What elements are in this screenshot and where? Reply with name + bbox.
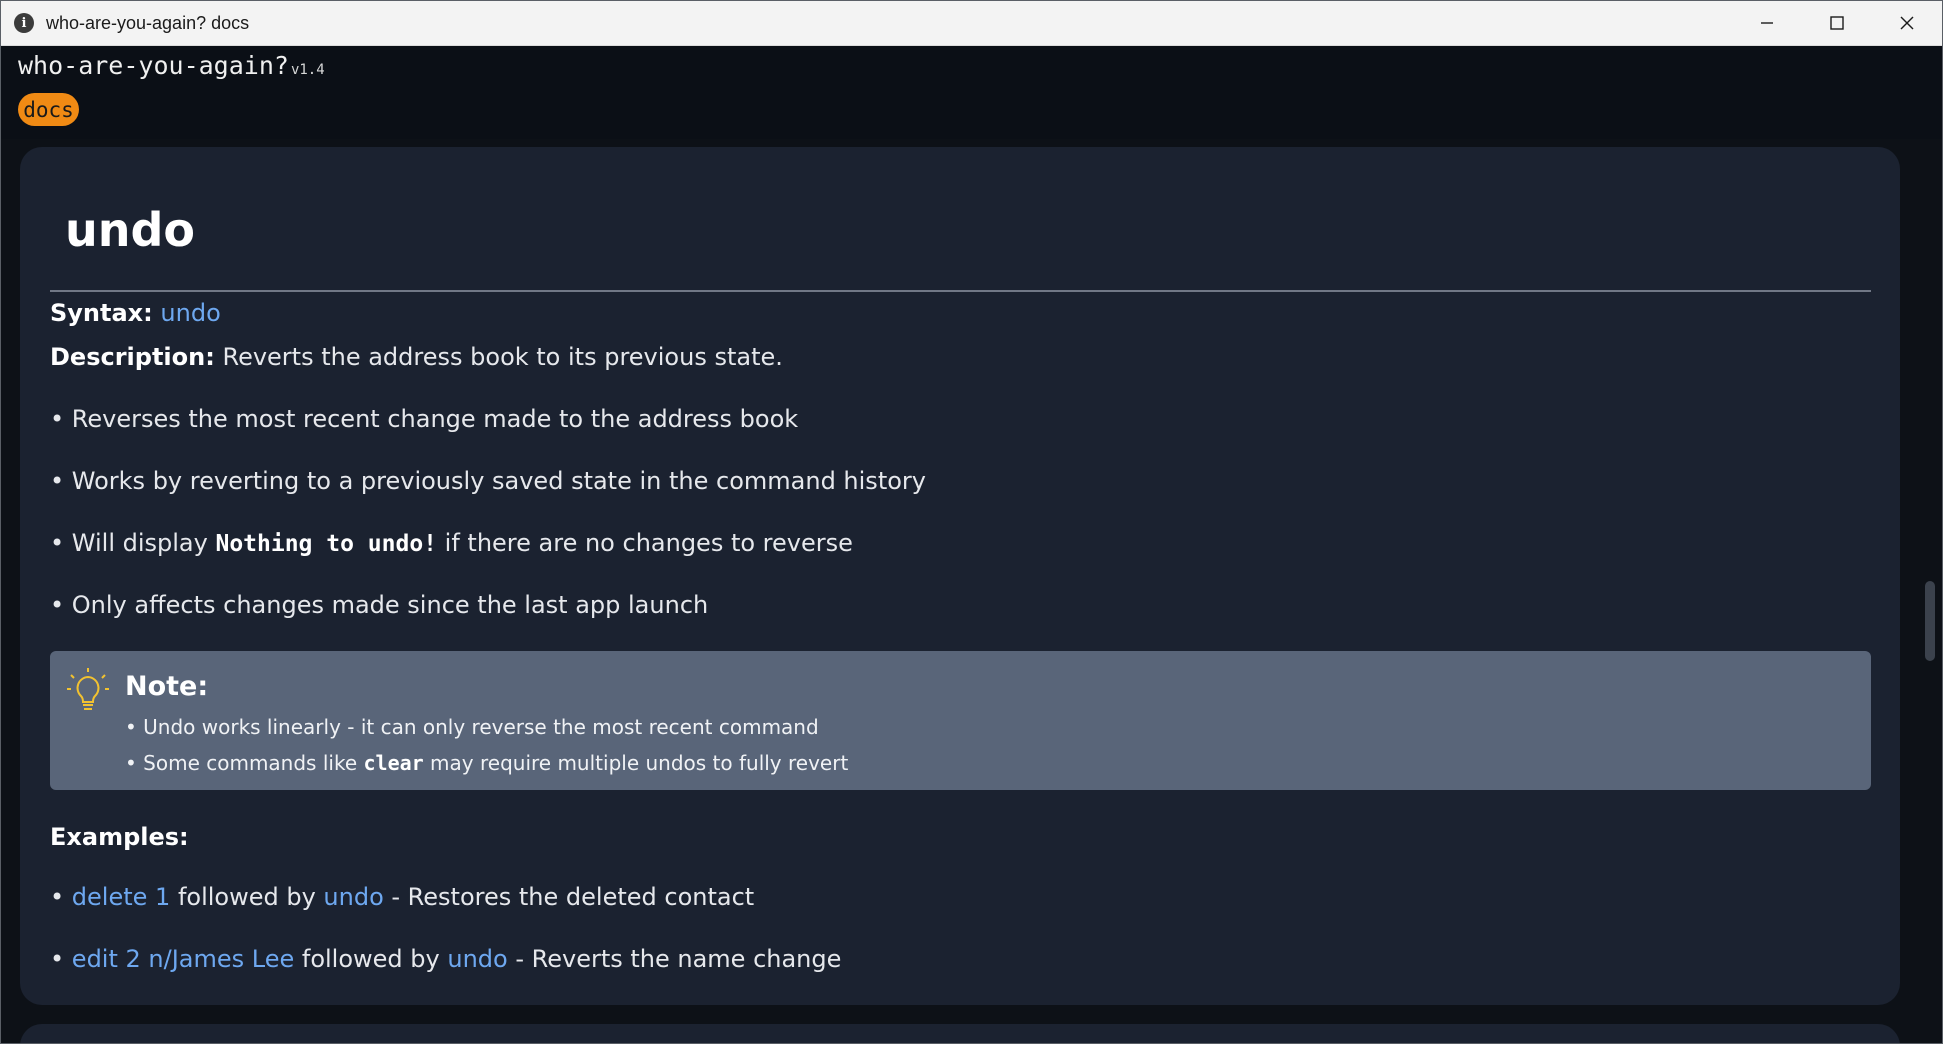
note-text: may require multiple undos to fully reve… — [423, 751, 849, 775]
syntax-label: Syntax: — [50, 299, 153, 327]
note-title: Note: — [125, 671, 209, 702]
scrollbar-thumb[interactable] — [1925, 581, 1935, 661]
note-text: • Some commands like — [125, 751, 364, 775]
description-text: Reverts the address book to its previous… — [222, 343, 783, 371]
example-command: delete 1 — [71, 883, 171, 911]
minimize-button[interactable] — [1732, 1, 1802, 45]
example-bullet: • — [50, 883, 72, 911]
window-title: who-are-you-again? docs — [46, 12, 250, 33]
app-name: who-are-you-again? v1.4 — [18, 51, 325, 80]
note-item: • Undo works linearly - it can only reve… — [125, 715, 819, 739]
example-item: • delete 1 followed by undo - Restores t… — [50, 883, 754, 911]
command-title: undo — [65, 203, 196, 257]
bullet-text: if there are no changes to reverse — [437, 529, 853, 557]
lightbulb-icon — [67, 668, 109, 710]
example-command: undo — [447, 945, 508, 973]
note-item: • Some commands like clear may require m… — [125, 751, 848, 775]
list-item: • Only affects changes made since the la… — [50, 591, 709, 619]
app-version: v1.4 — [290, 62, 325, 78]
syntax-value: undo — [160, 299, 221, 327]
example-description: - Reverts the name change — [507, 945, 842, 973]
app-name-text: who-are-you-again? — [18, 51, 289, 80]
inline-code: clear — [363, 751, 424, 775]
examples-label: Examples: — [50, 823, 189, 851]
syntax-line: Syntax: undo — [50, 299, 221, 327]
note-box: Note: • Undo works linearly - it can onl… — [50, 651, 1871, 790]
description-line: Description: Reverts the address book to… — [50, 343, 783, 371]
close-button[interactable] — [1872, 1, 1942, 45]
scrollbar[interactable] — [1918, 139, 1942, 1043]
description-label: Description: — [50, 343, 215, 371]
list-item: • Will display Nothing to undo! if there… — [50, 529, 853, 557]
docs-scroll-area[interactable]: undo Syntax: undo Description: Reverts t… — [1, 139, 1942, 1043]
command-card: undo Syntax: undo Description: Reverts t… — [20, 147, 1900, 1005]
next-command-card — [20, 1024, 1900, 1043]
title-divider — [50, 290, 1871, 292]
example-command: undo — [323, 883, 384, 911]
example-description: - Restores the deleted contact — [383, 883, 755, 911]
example-bullet: • — [50, 945, 72, 973]
inline-code: Nothing to undo! — [215, 531, 438, 557]
maximize-button[interactable] — [1802, 1, 1872, 45]
title-bar[interactable]: i who-are-you-again? docs — [1, 1, 1942, 46]
window-controls — [1732, 1, 1942, 45]
app-header: who-are-you-again? v1.4 docs — [1, 46, 1942, 139]
tab-docs[interactable]: docs — [18, 93, 79, 126]
example-text: followed by — [294, 945, 448, 973]
info-icon: i — [14, 13, 34, 33]
minimize-icon — [1761, 22, 1773, 24]
list-item: • Reverses the most recent change made t… — [50, 405, 799, 433]
example-text: followed by — [170, 883, 324, 911]
close-icon — [1900, 16, 1914, 30]
maximize-icon — [1830, 16, 1844, 30]
example-command: edit 2 n/James Lee — [71, 945, 295, 973]
app-window: i who-are-you-again? docs who-are-you-ag… — [0, 0, 1943, 1044]
bullet-text: • Will display — [50, 529, 216, 557]
list-item: • Works by reverting to a previously sav… — [50, 467, 926, 495]
example-item: • edit 2 n/James Lee followed by undo - … — [50, 945, 841, 973]
